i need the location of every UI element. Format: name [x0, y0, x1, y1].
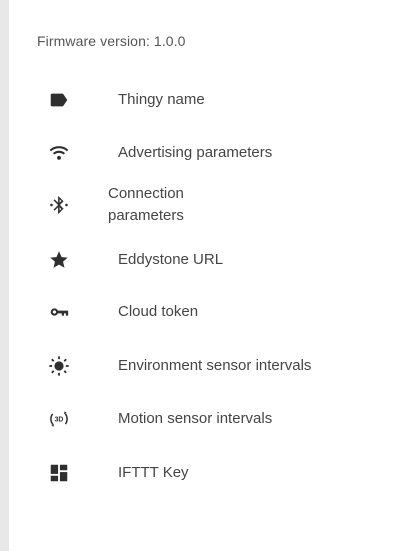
- menu-item-motion-sensor-intervals[interactable]: 3D Motion sensor intervals: [47, 396, 387, 442]
- firmware-version: Firmware version: 1.0.0: [37, 33, 186, 49]
- menu-item-label: Advertising parameters: [118, 144, 273, 161]
- menu-item-label: Cloud token: [118, 303, 199, 320]
- svg-text:3D: 3D: [55, 417, 64, 424]
- menu-item-label: Thingy name: [118, 91, 205, 108]
- menu-item-label: Motion sensor intervals: [118, 410, 273, 427]
- menu-item-connection-parameters[interactable]: Connection parameters: [47, 180, 387, 230]
- menu-item-label: Connection parameters: [108, 185, 184, 224]
- menu-item-ifttt-key[interactable]: IFTTT Key: [47, 450, 387, 496]
- menu-item-cloud-token[interactable]: Cloud token: [47, 289, 387, 335]
- star-icon: [47, 248, 71, 272]
- bluetooth-searching-icon: [47, 193, 71, 217]
- menu-item-label: Environment sensor intervals: [118, 357, 312, 374]
- menu-item-label: IFTTT Key: [118, 464, 189, 481]
- key-icon: [47, 300, 71, 324]
- dashboard-grid-icon: [47, 461, 71, 485]
- sun-icon: [47, 354, 71, 378]
- menu-item-label: Eddystone URL: [118, 251, 224, 268]
- menu-item-advertising-parameters[interactable]: Advertising parameters: [47, 130, 387, 176]
- 3d-rotation-icon: 3D: [47, 407, 71, 431]
- menu-item-environment-sensor-intervals[interactable]: Environment sensor intervals: [47, 343, 387, 389]
- settings-drawer: Firmware version: 1.0.0 Thingy name Adve…: [9, 0, 395, 551]
- menu-item-eddystone-url[interactable]: Eddystone URL: [47, 237, 387, 283]
- left-rail: [0, 0, 9, 551]
- menu-item-thingy-name[interactable]: Thingy name: [47, 77, 387, 123]
- label-tag-icon: [47, 88, 71, 112]
- wifi-icon: [47, 141, 71, 165]
